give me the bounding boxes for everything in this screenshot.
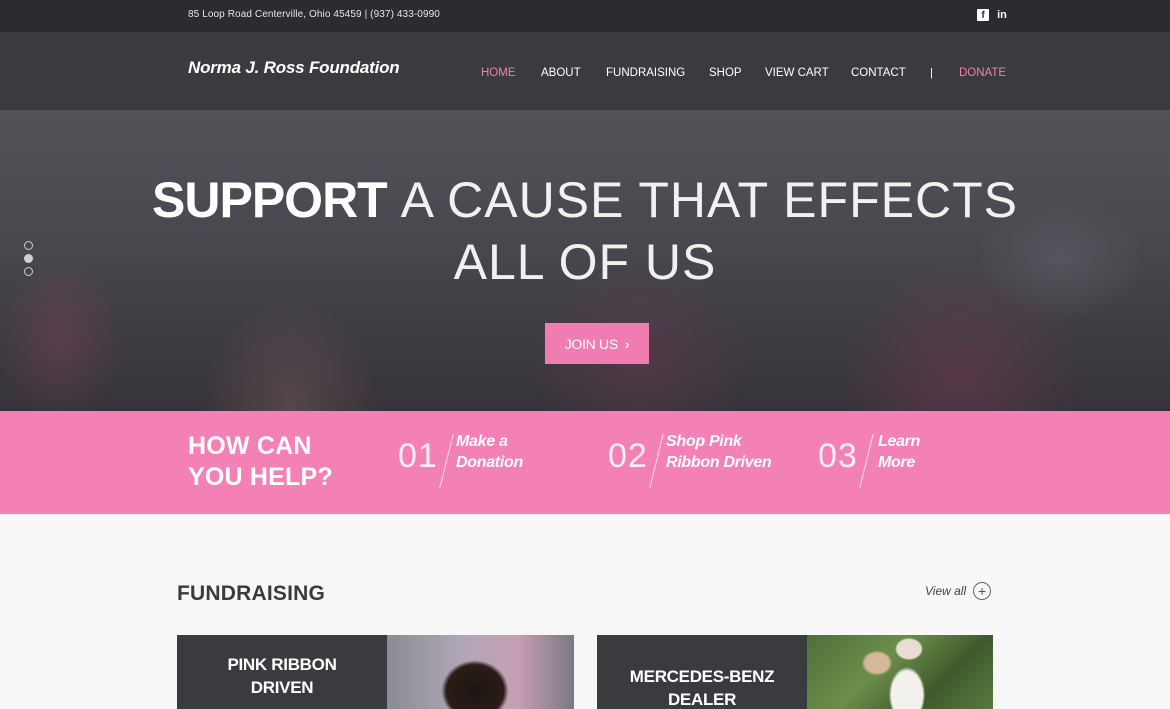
nav-donate[interactable]: DONATE [959,67,1006,79]
card-title-line1: PINK RIBBON [227,655,337,674]
card-title-line1: MERCEDES-BENZ [629,667,775,686]
contact-address: 85 Loop Road Centerville, Ohio 45459 | (… [188,9,440,20]
nav-about[interactable]: ABOUT [541,67,581,79]
step-label: Shop Pink Ribbon Driven [666,431,772,473]
view-all-link[interactable]: View all + [925,582,992,600]
help-title: HOW CAN YOU HELP? [188,431,333,493]
nav-view-cart[interactable]: VIEW CART [765,67,829,79]
card-title-line2: DEALER [667,690,737,709]
step-label-line1: Make a [456,433,508,450]
step-divider [649,433,664,489]
help-band: HOW CAN YOU HELP? 01 Make a Donation 02 … [0,411,1170,514]
step-label: Make a Donation [456,431,523,473]
hero-banner: SUPPORT A CAUSE THAT EFFECTS ALL OF US J… [0,110,1170,411]
help-title-line1: HOW CAN [188,432,312,460]
view-all-label: View all [925,584,967,598]
linkedin-icon[interactable]: in [996,9,1008,21]
nav-separator: | [930,67,933,79]
step-label-line1: Learn [878,433,921,450]
card-photo [807,635,993,709]
step-divider [859,433,874,489]
fundraising-card-mercedes[interactable]: MERCEDES-BENZ DEALER [597,635,993,709]
card-title-line2: DRIVEN [250,678,314,697]
plus-circle-icon: + [973,582,992,600]
card-title: PINK RIBBON DRIVEN [177,635,387,709]
facebook-icon[interactable]: f [977,9,989,21]
social-links: f in [977,9,1008,21]
main-nav: HOME ABOUT FUNDRAISING SHOP VIEW CART CO… [0,67,1170,81]
nav-home[interactable]: HOME [481,67,516,79]
step-label-line2: Ribbon Driven [666,454,772,471]
nav-fundraising[interactable]: FUNDRAISING [606,67,685,79]
step-label-line2: More [878,454,916,471]
step-label: Learn More [878,431,920,473]
join-us-label: JOIN US [564,335,618,352]
card-photo [387,635,574,709]
help-step-shop[interactable]: 02 Shop Pink Ribbon Driven [608,431,778,491]
join-us-button[interactable]: JOIN US › [545,323,649,364]
chevron-right-icon: › [624,335,630,352]
hero-headline-line2: ALL OF US [453,234,717,290]
fundraising-heading: FUNDRAISING [177,582,326,605]
help-step-learn[interactable]: 03 Learn More [818,431,938,491]
hero-headline: SUPPORT A CAUSE THAT EFFECTS ALL OF US [0,170,1170,294]
card-title: MERCEDES-BENZ DEALER [597,635,807,709]
help-step-donation[interactable]: 01 Make a Donation [398,431,538,491]
step-label-line2: Donation [456,454,523,471]
top-bar: 85 Loop Road Centerville, Ohio 45459 | (… [0,0,1170,32]
nav-shop[interactable]: SHOP [709,67,742,79]
step-divider [439,433,454,489]
hero-headline-bold: SUPPORT [152,172,388,228]
step-number: 01 [398,437,438,475]
help-title-line2: YOU HELP? [188,463,333,491]
site-header: Norma J. Ross Foundation HOME ABOUT FUND… [0,32,1170,110]
step-number: 03 [818,437,858,475]
step-label-line1: Shop Pink [666,433,742,450]
hero-headline-rest: A CAUSE THAT EFFECTS [400,172,1018,228]
nav-contact[interactable]: CONTACT [851,67,906,79]
step-number: 02 [608,437,648,475]
fundraising-card-pink-ribbon[interactable]: PINK RIBBON DRIVEN [177,635,574,709]
